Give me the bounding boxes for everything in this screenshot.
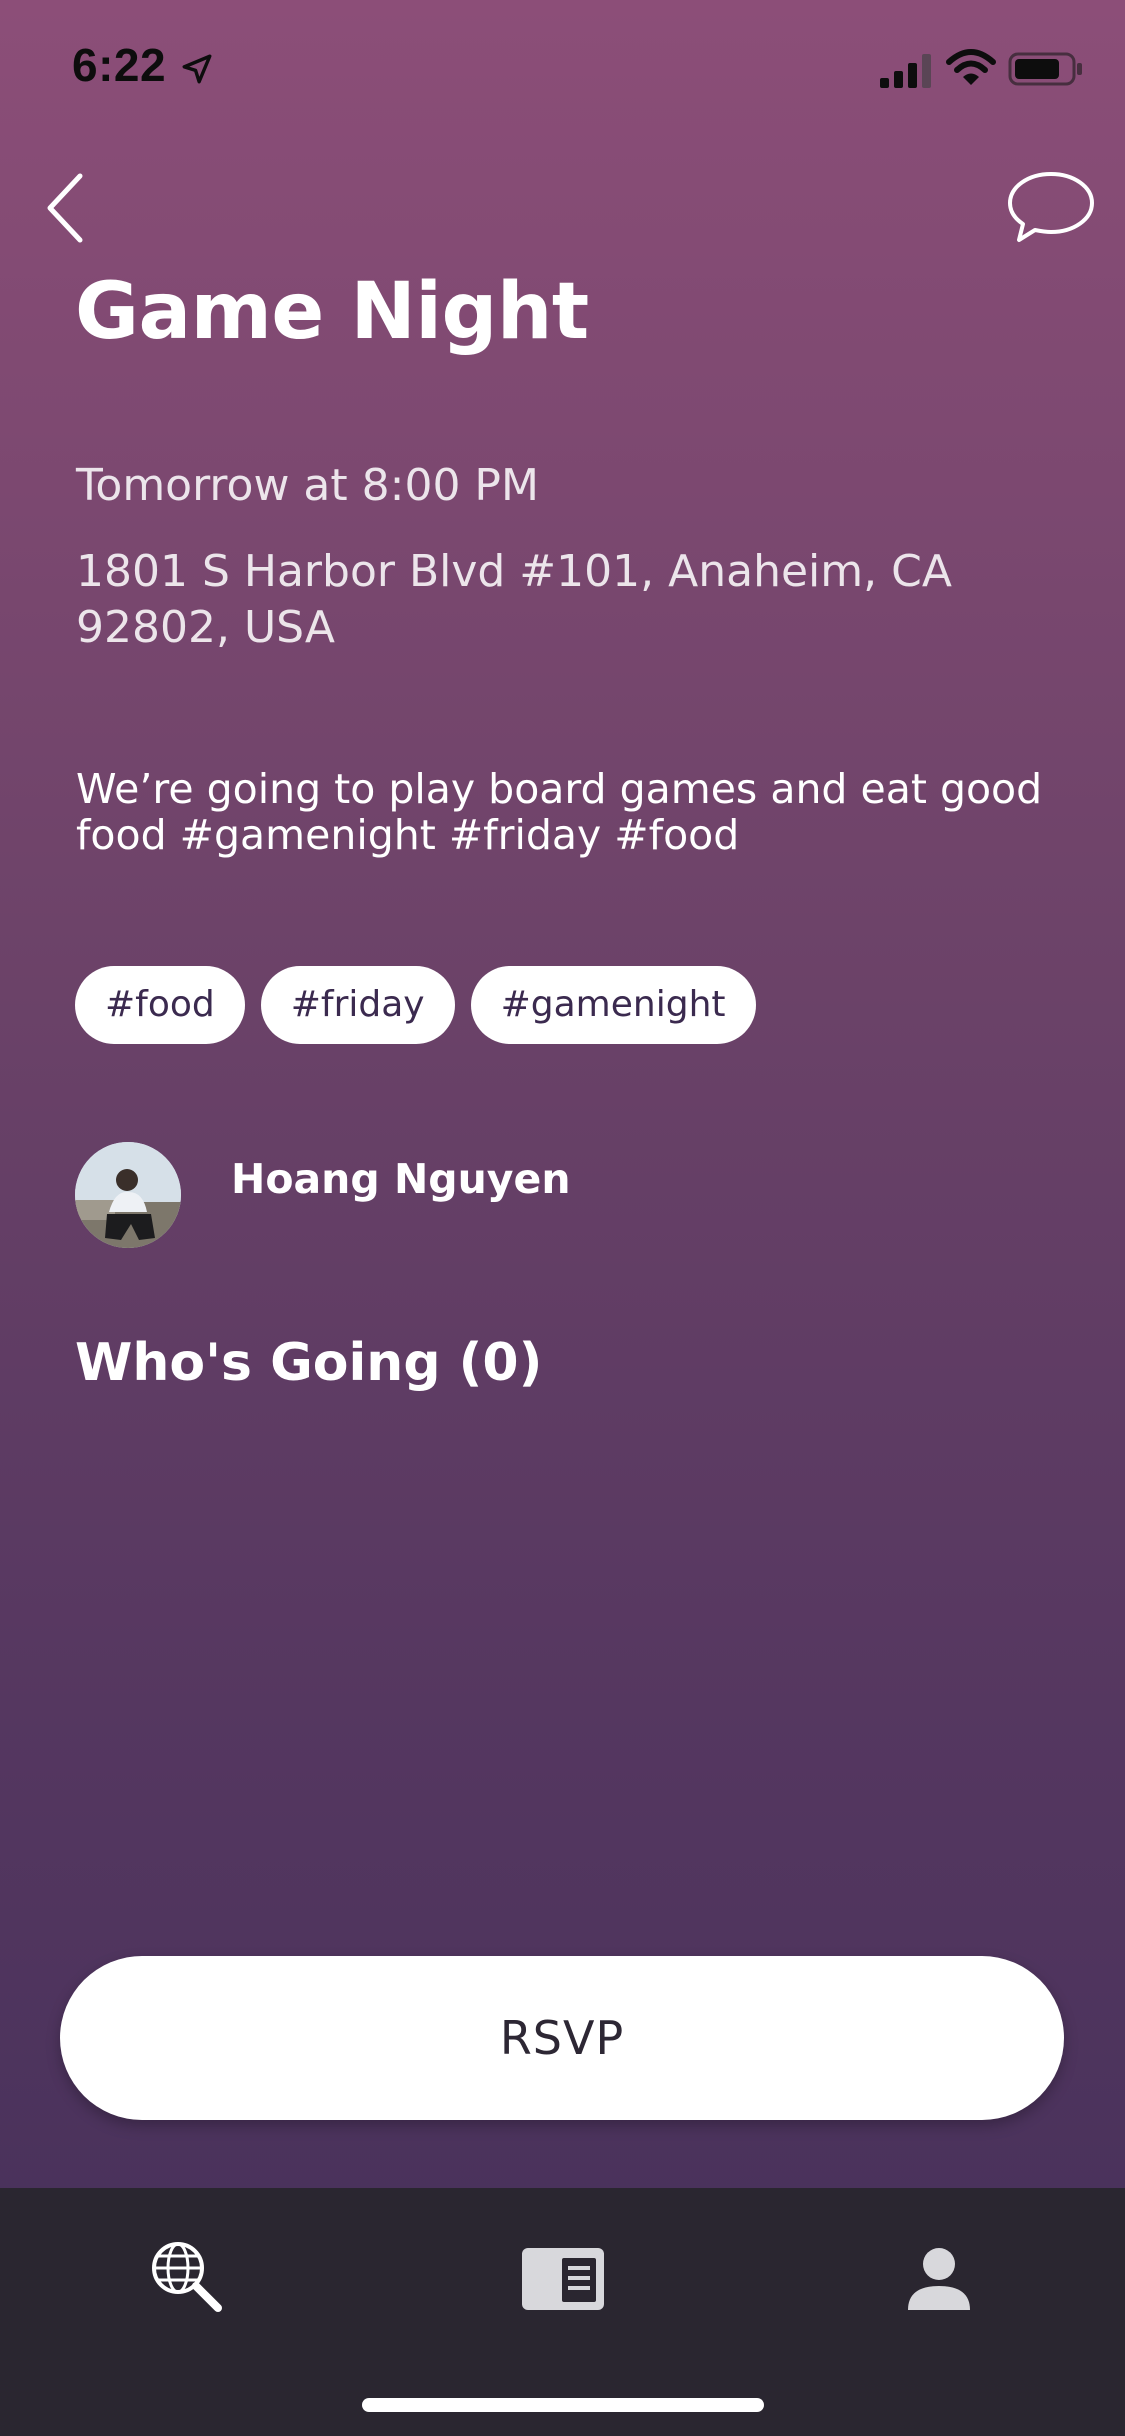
tag-food[interactable]: #food	[75, 966, 245, 1044]
location-arrow-icon	[182, 54, 212, 84]
event-time: Tomorrow at 8:00 PM	[76, 460, 539, 511]
event-detail-screen: 6:22 Game Night Tomorrow at 8:00 PM 1801…	[0, 0, 1125, 2436]
status-bar: 6:22	[0, 0, 1125, 140]
tab-profile[interactable]	[894, 2234, 984, 2324]
avatar[interactable]	[75, 1142, 181, 1248]
battery-icon	[1008, 52, 1082, 86]
chat-bubble-icon	[1008, 172, 1094, 242]
rsvp-button[interactable]: RSVP	[60, 1956, 1064, 2120]
back-button[interactable]	[40, 168, 100, 248]
status-time: 6:22	[72, 39, 167, 91]
event-description: We’re going to play board games and eat …	[76, 765, 1043, 859]
tab-explore[interactable]	[144, 2234, 234, 2324]
whos-going-heading: Who's Going (0)	[75, 1333, 543, 1393]
event-title: Game Night	[75, 267, 589, 357]
feed-icon	[522, 2248, 604, 2310]
cellular-signal-icon	[880, 54, 931, 88]
tag-gamenight[interactable]: #gamenight	[470, 966, 756, 1044]
event-address[interactable]: 1801 S Harbor Blvd #101, Anaheim, CA 928…	[76, 544, 1016, 656]
host-name[interactable]: Hoang Nguyen	[231, 1154, 571, 1204]
profile-icon	[908, 2248, 970, 2310]
avatar-photo	[75, 1142, 181, 1248]
home-indicator	[362, 2398, 764, 2412]
chevron-left-icon	[47, 173, 83, 243]
tag-list: #food #friday #gamenight	[75, 966, 756, 1044]
chat-button[interactable]	[1005, 168, 1097, 248]
globe-search-icon	[152, 2242, 222, 2312]
wifi-icon	[946, 49, 996, 85]
host-row[interactable]: Hoang Nguyen	[75, 1142, 571, 1248]
tab-feed[interactable]	[518, 2234, 608, 2324]
tag-friday[interactable]: #friday	[260, 966, 455, 1044]
